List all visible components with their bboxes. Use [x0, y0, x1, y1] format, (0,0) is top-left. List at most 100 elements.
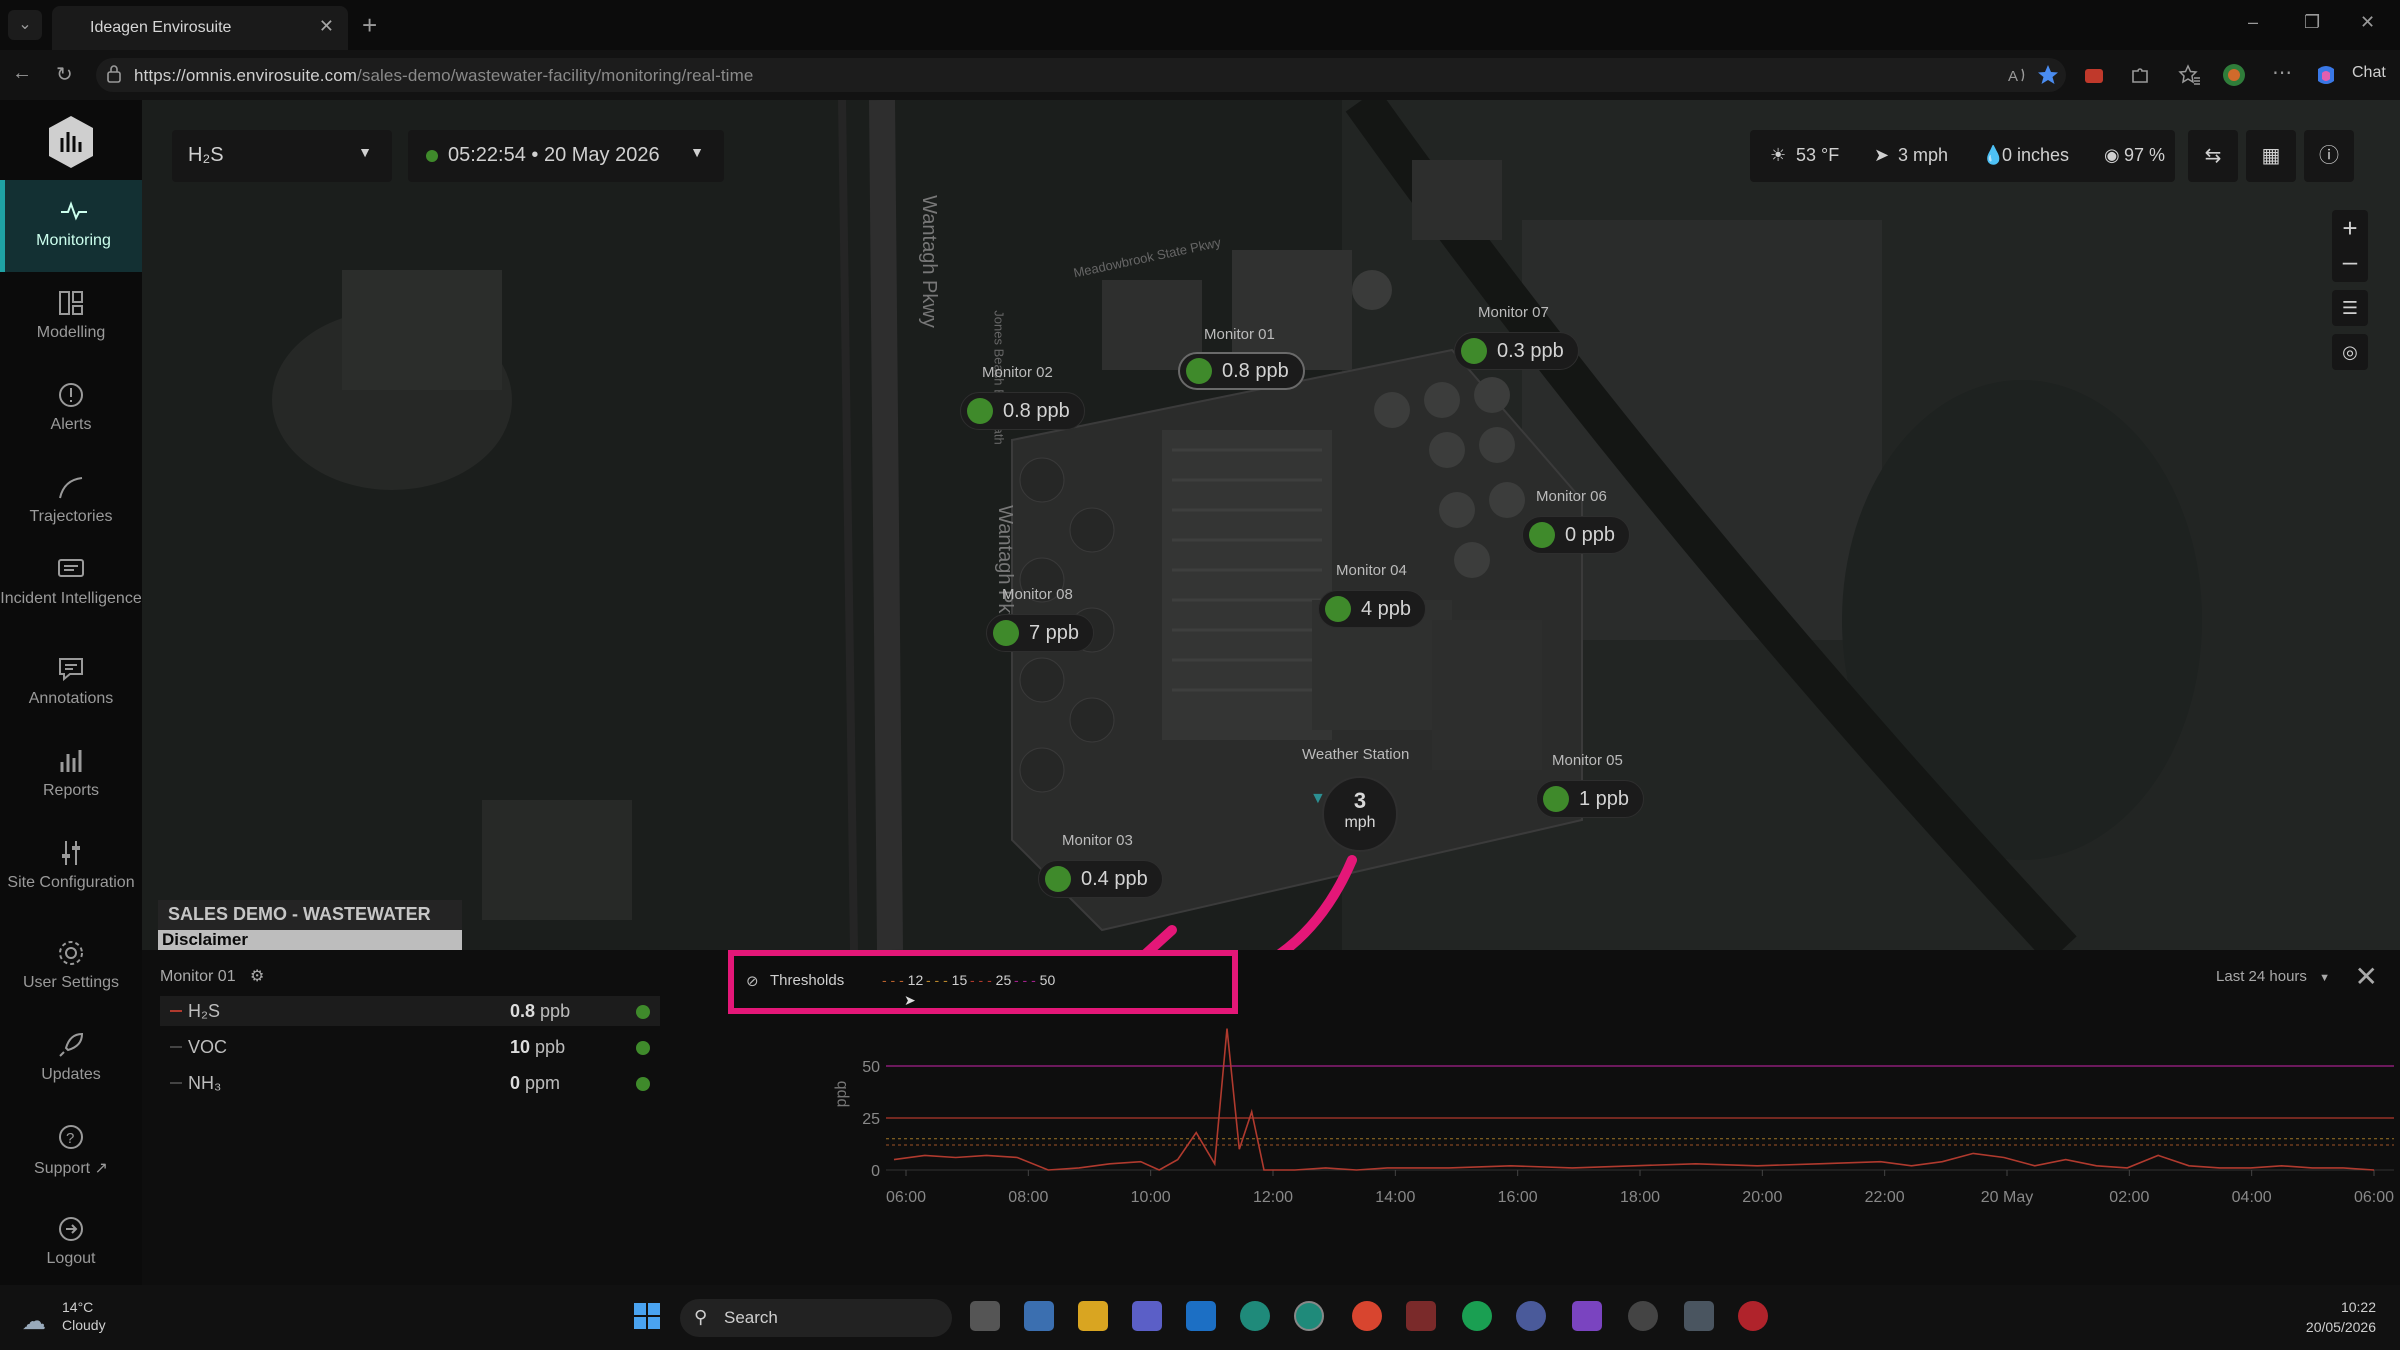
envirosuite-logo[interactable] [46, 114, 96, 170]
taskbar-search[interactable]: ⚲ Search [680, 1299, 952, 1337]
new-tab-plus-icon[interactable]: + [362, 10, 377, 41]
outlook-icon[interactable] [1186, 1301, 1216, 1331]
monitor-marker-07[interactable]: 0.3 ppb [1454, 332, 1579, 370]
reload-icon[interactable]: ↻ [56, 62, 73, 87]
teams-icon[interactable] [1132, 1301, 1162, 1331]
x-tick-label: 10:00 [1131, 1189, 1171, 1206]
sidebar-item-incident-intelligence[interactable]: Incident Intelligence [0, 554, 142, 608]
chrome-icon[interactable] [1352, 1301, 1382, 1331]
monitor-marker-02[interactable]: 0.8 ppb [960, 392, 1085, 430]
compare-icon[interactable]: ⇆ [2188, 130, 2238, 182]
time-range-select[interactable]: Last 24 hours ▼ [2216, 968, 2330, 985]
snipping-tool-icon[interactable] [1406, 1301, 1436, 1331]
time-value: 05:22:54 • 20 May 2026 [448, 144, 660, 166]
threshold-12[interactable]: - - - 12 [882, 972, 923, 988]
sidebar-item-annotations[interactable]: Annotations [0, 654, 142, 708]
eye-off-icon[interactable]: ⊘ [746, 972, 759, 990]
edge-active-icon[interactable] [1294, 1301, 1324, 1331]
file-explorer-icon[interactable] [1078, 1301, 1108, 1331]
close-tab-icon[interactable]: ✕ [319, 16, 334, 37]
edge-icon[interactable] [1240, 1301, 1270, 1331]
sidebar-item-reports[interactable]: Reports [0, 746, 142, 800]
h2s-trend-chart[interactable]: ppb 0 25 50 06:00 08:00 10:00 12:00 14:00 16:00 18… [694, 1004, 2400, 1284]
minimize-icon[interactable]: – [2248, 12, 2258, 33]
back-arrow-icon[interactable]: ← [12, 62, 32, 85]
monitor-marker-01[interactable]: 0.8 ppb [1178, 352, 1305, 390]
gas-row-nh3[interactable]: NH₃ 0 ppm [160, 1068, 660, 1098]
monitor-marker-06[interactable]: 0 ppb [1522, 516, 1631, 554]
annotation-icon [59, 658, 83, 682]
sidebar-item-trajectories[interactable]: Trajectories [0, 472, 142, 526]
taskbar-clock[interactable]: 10:22 20/05/2026 [2306, 1297, 2376, 1337]
sidebar-item-site-configuration[interactable]: Site Configuration [0, 838, 142, 892]
close-panel-icon[interactable]: ✕ [2355, 960, 2378, 993]
grid-view-icon[interactable]: ▦ [2246, 130, 2296, 182]
gas-row-h2s[interactable]: H₂S 0.8 ppb [160, 996, 660, 1026]
task-view-icon[interactable] [970, 1301, 1000, 1331]
sidebar-item-label: Monitoring [36, 232, 111, 249]
zoom-in-icon[interactable]: + [2332, 210, 2368, 246]
more-options-icon[interactable]: ⋯ [2272, 60, 2292, 85]
profile-avatar-icon[interactable] [2222, 63, 2246, 87]
sidebar-item-updates[interactable]: Updates [0, 1030, 142, 1084]
monitor-label: Monitor 04 [1336, 562, 1407, 579]
settings-small-icon[interactable]: ⚙ [250, 968, 264, 985]
threshold-value: 12 [907, 972, 924, 988]
zoom-out-icon[interactable]: – [2332, 246, 2368, 282]
extensions-puzzle-icon[interactable] [2128, 63, 2152, 87]
app-icon[interactable] [1628, 1301, 1658, 1331]
sidebar-item-user-settings[interactable]: User Settings [0, 938, 142, 992]
sidebar-item-modelling[interactable]: Modelling [0, 288, 142, 342]
close-window-icon[interactable]: ✕ [2360, 12, 2375, 33]
series-color-swatch [170, 1082, 182, 1084]
read-aloud-icon[interactable]: A [2006, 63, 2030, 87]
threshold-25[interactable]: - - - 25 [970, 972, 1011, 988]
gas-name: VOC [188, 1037, 228, 1057]
favorite-star-icon[interactable] [2036, 63, 2060, 87]
sidebar-item-label: Site Configuration [7, 874, 135, 891]
threshold-50[interactable]: - - - 50 [1014, 972, 1055, 988]
browser-tab[interactable]: Ideagen Envirosuite ✕ [52, 6, 348, 50]
store-icon[interactable] [1024, 1301, 1054, 1331]
extension-red-icon[interactable] [2082, 63, 2106, 87]
incident-monitor-icon [58, 559, 84, 577]
calculator-icon[interactable] [1684, 1301, 1714, 1331]
grammarly-icon[interactable] [1462, 1301, 1492, 1331]
chat-label[interactable]: Chat [2352, 64, 2386, 82]
address-bar[interactable]: https://omnis.envirosuite.com/sales-demo… [96, 58, 2066, 92]
status-dot [1461, 338, 1487, 364]
monitor-marker-04[interactable]: 4 ppb [1318, 590, 1427, 628]
pollutant-value: H₂S [188, 144, 224, 166]
sidebar-item-support[interactable]: ? Support ↗ [0, 1122, 142, 1178]
tab-actions-chevron-icon[interactable]: ⌄ [8, 10, 42, 40]
r-app-icon[interactable] [1516, 1301, 1546, 1331]
gas-row-voc[interactable]: VOC 10 ppb [160, 1032, 660, 1062]
monitor-value: 0 ppb [1565, 523, 1616, 546]
red-app-icon[interactable] [1738, 1301, 1768, 1331]
trajectory-icon [59, 477, 83, 499]
time-select[interactable]: 05:22:54 • 20 May 2026 ▼ [408, 130, 724, 182]
map-view[interactable]: Wantagh Pkwy Wantagh Pkwy Jones Beach Bi… [142, 100, 2400, 950]
sidebar-item-alerts[interactable]: Alerts [0, 380, 142, 434]
monitor-marker-05[interactable]: 1 ppb [1536, 780, 1645, 818]
monitor-marker-03[interactable]: 0.4 ppb [1038, 860, 1163, 898]
sidebar-item-monitoring[interactable]: Monitoring [0, 180, 142, 272]
layers-icon[interactable]: ☰ [2332, 290, 2368, 326]
copilot-taskbar-icon[interactable] [1572, 1301, 1602, 1331]
threshold-15[interactable]: - - - 15 [926, 972, 967, 988]
restore-icon[interactable]: ❐ [2304, 12, 2320, 33]
pollutant-select[interactable]: H₂S ▼ [172, 130, 392, 182]
sun-icon: ☀ [1770, 145, 1787, 165]
status-dot [1045, 866, 1071, 892]
favorites-icon[interactable] [2178, 63, 2202, 87]
alert-notification-icon[interactable]: ⓘ [2304, 130, 2354, 182]
windows-start-icon[interactable] [632, 1301, 662, 1331]
monitor-marker-08[interactable]: 7 ppb [986, 614, 1095, 652]
weather-station-marker[interactable]: 3 mph [1322, 776, 1398, 852]
bar-chart-icon [60, 750, 82, 772]
sidebar-item-logout[interactable]: Logout [0, 1214, 142, 1268]
copilot-icon[interactable] [2314, 63, 2338, 87]
gas-name: NH₃ [188, 1073, 222, 1093]
disclaimer-link[interactable]: Disclaimer [158, 930, 462, 950]
location-pin-icon[interactable]: ◎ [2332, 334, 2368, 370]
